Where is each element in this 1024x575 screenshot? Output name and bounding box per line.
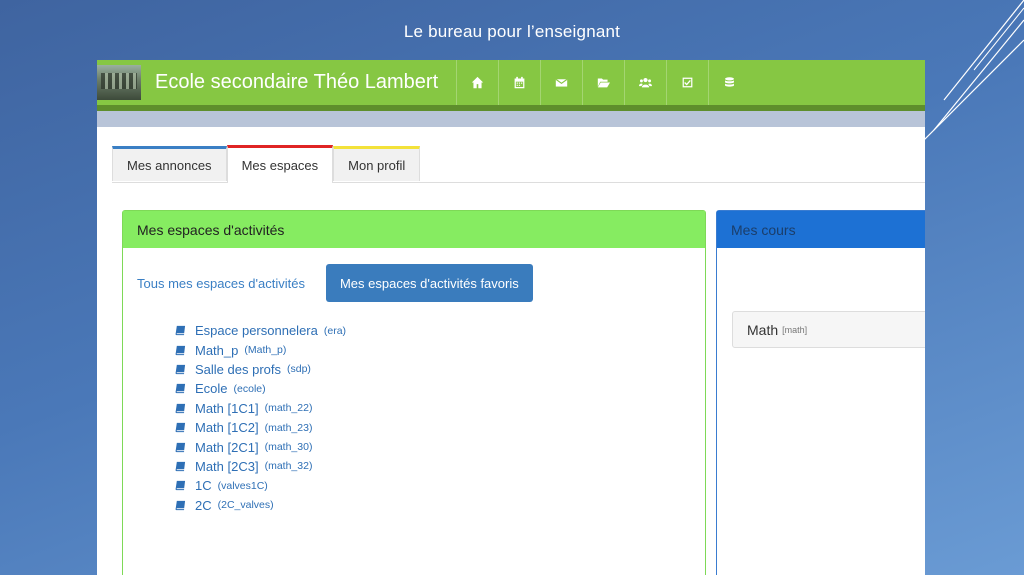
list-item[interactable]: Math [1C2] (math_23) <box>175 418 346 437</box>
navbar-secondary-band <box>97 111 925 127</box>
slide-title: Le bureau pour l’enseignant <box>403 22 621 41</box>
filter-all-link[interactable]: Tous mes espaces d'activités <box>137 276 305 291</box>
list-item[interactable]: Math [1C1] (math_22) <box>175 399 346 418</box>
book-icon <box>175 364 186 375</box>
space-name[interactable]: Math [2C3] <box>195 459 259 474</box>
book-icon <box>175 423 186 433</box>
check-square-icon[interactable] <box>666 60 708 105</box>
tab-mon-profil[interactable]: Mon profil <box>333 146 421 181</box>
main-tabs: Mes annonces Mes espaces Mon profil <box>112 144 925 183</box>
book-icon <box>175 326 186 336</box>
folder-open-icon[interactable] <box>582 60 624 105</box>
book-icon <box>175 403 186 413</box>
list-item[interactable]: Math [2C3] (math_32) <box>175 457 346 476</box>
school-name[interactable]: Ecole secondaire Théo Lambert <box>155 71 438 94</box>
book-icon <box>175 500 186 510</box>
list-item[interactable]: Espace personnelera (era) <box>175 321 346 340</box>
envelope-icon[interactable] <box>540 60 582 105</box>
space-name[interactable]: Math [2C1] <box>195 440 259 455</box>
space-code: (math_30) <box>264 441 313 454</box>
space-code: (Math_p) <box>244 344 287 357</box>
users-icon[interactable] <box>624 60 666 105</box>
top-navbar: Ecole secondaire Théo Lambert <box>97 60 925 105</box>
activities-panel-title: Mes espaces d'activités <box>123 211 705 248</box>
list-item[interactable]: Math [2C1] (math_30) <box>175 437 346 456</box>
space-name[interactable]: Math [1C2] <box>195 420 259 435</box>
space-name[interactable]: Math [1C1] <box>195 401 259 416</box>
tab-mes-annonces[interactable]: Mes annonces <box>112 146 227 181</box>
activities-filter: Tous mes espaces d'activités Mes espaces… <box>137 264 533 302</box>
activity-space-list: Espace personnelera (era) Math_p (Math_p) Sa… <box>175 321 346 515</box>
space-code: (math_32) <box>264 460 313 473</box>
space-code: (ecole) <box>233 382 266 395</box>
list-item[interactable]: Math_p (Math_p) <box>175 340 346 359</box>
space-name[interactable]: Math_p <box>195 343 238 358</box>
tab-mes-espaces[interactable]: Mes espaces <box>226 145 334 183</box>
space-code: (sdp) <box>287 363 311 376</box>
list-item[interactable]: 1C (valves1C) <box>175 476 346 495</box>
course-name: Math <box>747 321 779 338</box>
database-icon[interactable] <box>708 60 750 105</box>
space-name[interactable]: 1C <box>195 478 212 493</box>
space-code: (valves1C) <box>217 479 268 492</box>
school-photo[interactable] <box>97 65 141 100</box>
book-icon <box>175 481 186 491</box>
list-item[interactable]: Ecole (ecole) <box>175 379 346 398</box>
space-name[interactable]: Espace personnelera <box>195 323 318 338</box>
space-name[interactable]: 2C <box>195 498 212 513</box>
space-code: (math_22) <box>264 402 313 415</box>
app-screenshot: Ecole secondaire Théo Lambert Mes annonc… <box>97 60 925 575</box>
book-icon <box>175 384 186 394</box>
book-icon <box>175 345 186 355</box>
activities-panel: Mes espaces d'activités Tous mes espaces… <box>122 210 706 575</box>
course-item[interactable]: Math [math] <box>732 311 925 348</box>
space-name[interactable]: Salle des profs <box>195 362 281 377</box>
book-icon <box>175 442 186 452</box>
book-icon <box>175 461 186 472</box>
decorative-lines <box>914 0 1024 151</box>
space-code: (math_23) <box>264 421 313 434</box>
list-item[interactable]: Salle des profs (sdp) <box>175 360 346 379</box>
space-name[interactable]: Ecole <box>195 381 228 396</box>
courses-panel-title: Mes cours <box>717 211 925 248</box>
space-code: (2C_valves) <box>217 499 274 512</box>
calendar-icon[interactable] <box>498 60 540 105</box>
space-code: (era) <box>323 324 347 337</box>
list-item[interactable]: 2C (2C_valves) <box>175 496 346 515</box>
home-icon[interactable] <box>456 60 498 105</box>
filter-favorites-button[interactable]: Mes espaces d'activités favoris <box>325 264 533 302</box>
course-code: [math] <box>782 324 808 335</box>
courses-panel: Mes cours Math [math] <box>716 210 925 575</box>
